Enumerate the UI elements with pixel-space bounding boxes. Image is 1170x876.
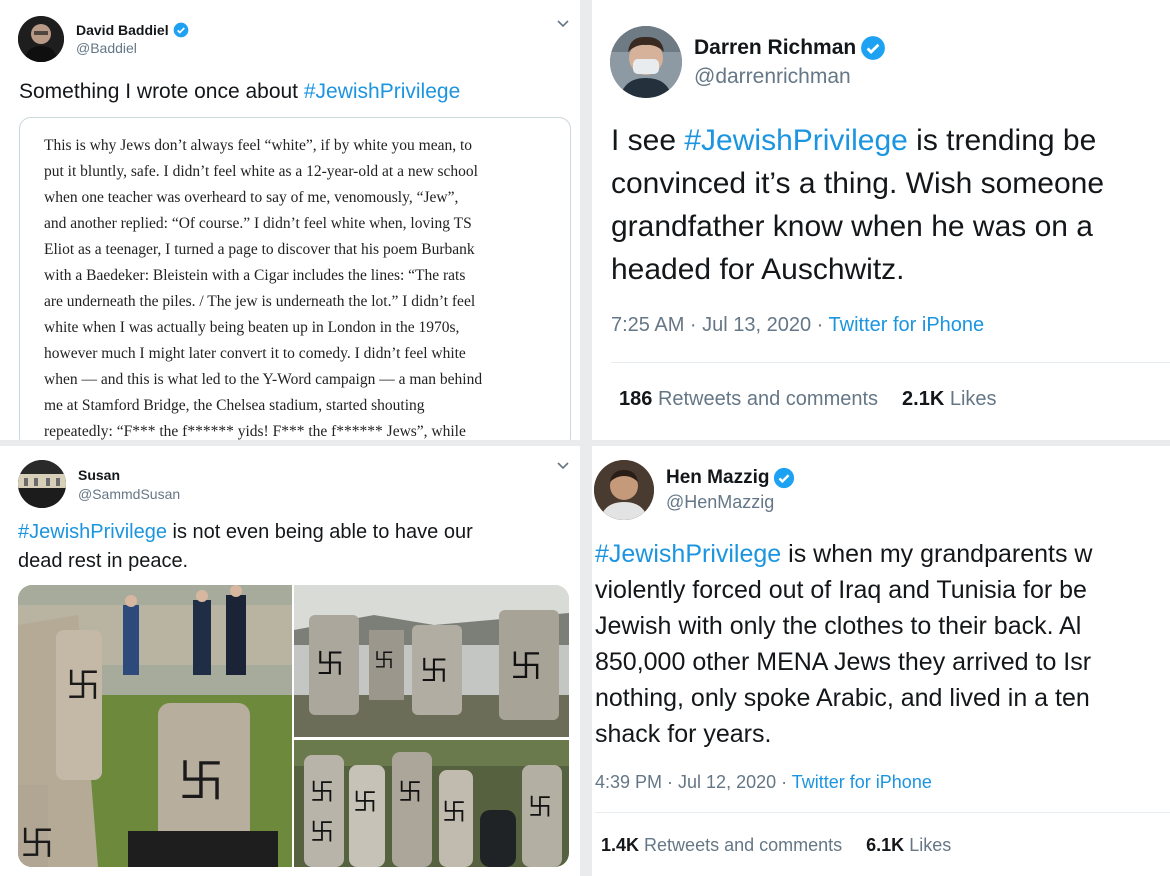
svg-text:卐: 卐 — [510, 648, 542, 684]
cemetery-photo[interactable]: 卐 卐 卐 — [18, 585, 292, 867]
quote-line: and another replied: “Of course.” I didn… — [44, 215, 472, 232]
timestamp-link[interactable]: 7:25 AM · Jul 13, 2020 · — [611, 314, 829, 336]
tweet-text-segment: is trending be — [907, 124, 1097, 157]
avatar[interactable] — [594, 460, 654, 520]
tweet-text-line: headed for Auschwitz. — [611, 253, 905, 286]
tweet-text-line: #JewishPrivilege is not even being able … — [18, 521, 473, 544]
photo-gallery: 卐 卐 卐 卐 卐 卐 卐 卐 卐 卐 卐 卐 卐 — [18, 585, 569, 867]
tweet-text-line: I see #JewishPrivilege is trending be — [611, 124, 1096, 158]
display-name[interactable]: David Baddiel — [76, 22, 169, 38]
tweet-text-line: convinced it’s a thing. Wish someone — [611, 167, 1105, 200]
timestamp-link[interactable]: 4:39 PM · Jul 12, 2020 · — [595, 772, 792, 792]
quote-line: repeatedly: “F*** the f****** yids! F***… — [44, 423, 466, 440]
likes-stat[interactable]: 2.1K Likes — [902, 388, 997, 411]
hashtag-link[interactable]: #JewishPrivilege — [684, 124, 907, 157]
tweet-text-line: nothing, only spoke Arabic, and lived in… — [595, 684, 1090, 712]
quote-line: are underneath the piles. / The jew is u… — [44, 293, 476, 310]
tweet-mazzig: Hen Mazzig @HenMazzig #JewishPrivilege i… — [592, 446, 1170, 876]
display-name[interactable]: Susan — [78, 467, 120, 483]
svg-text:卐: 卐 — [420, 655, 448, 686]
quote-line: Eliot as a teenager, I turned a page to … — [44, 241, 475, 258]
user-handle[interactable]: @Baddiel — [76, 40, 189, 56]
tweet-text-segment: is when my grandparents w — [781, 540, 1093, 568]
avatar[interactable] — [610, 26, 682, 98]
retweets-count: 186 — [619, 388, 653, 410]
likes-label: Likes — [949, 388, 997, 410]
quote-line: This is why Jews don’t always feel “whit… — [44, 137, 473, 154]
divider — [595, 812, 1170, 813]
likes-label: Likes — [909, 835, 952, 855]
tweet-text-line: #JewishPrivilege is when my grandparents… — [595, 540, 1092, 569]
tweet-text-segment: Something I wrote once about — [19, 80, 304, 103]
quote-line: me at Stamford Bridge, the Chelsea stadi… — [44, 397, 425, 414]
avatar[interactable] — [18, 460, 66, 508]
verified-badge-icon — [173, 22, 189, 38]
tweet-richman: Darren Richman @darrenrichman I see #Jew… — [592, 0, 1170, 440]
quote-line: when — and this is what led to the Y-Wor… — [44, 371, 483, 388]
retweets-label: Retweets and comments — [644, 835, 843, 855]
tweet-text-line: Jewish with only the clothes to their ba… — [595, 612, 1082, 640]
svg-text:卐: 卐 — [66, 667, 100, 705]
tweet-header: Susan @SammdSusan — [18, 460, 180, 508]
likes-stat[interactable]: 6.1K Likes — [866, 835, 951, 856]
svg-text:卐: 卐 — [374, 650, 394, 672]
tweet-text-segment: is not even being able to have our — [166, 521, 473, 543]
svg-text:卐: 卐 — [178, 755, 224, 807]
tweet-stats: 1.4K Retweets and comments 6.1K Likes — [601, 835, 951, 856]
retweets-label: Retweets and comments — [657, 388, 879, 410]
svg-text:卐: 卐 — [528, 794, 552, 821]
tweet-header: Darren Richman @darrenrichman — [610, 26, 886, 98]
verified-badge-icon — [773, 467, 795, 489]
tweet-text-line: violently forced out of Iraq and Tunisia… — [595, 576, 1087, 604]
likes-count: 6.1K — [866, 835, 905, 855]
tweet-source-link[interactable]: Twitter for iPhone — [792, 772, 932, 792]
tweet-text-line: grandfather know when he was on a — [611, 210, 1093, 243]
svg-text:卐: 卐 — [442, 799, 466, 826]
quote-line: put it bluntly, safe. I didn’t feel whit… — [44, 163, 478, 180]
retweets-stat[interactable]: 186 Retweets and comments — [619, 388, 878, 411]
chevron-down-icon[interactable] — [556, 458, 570, 476]
cemetery-photo[interactable]: 卐 卐 卐 卐 卐 卐 — [294, 740, 569, 867]
tweet-text-segment: I see — [611, 124, 685, 157]
quote-line: when one teacher was overheard to say of… — [44, 189, 459, 206]
tweet-susan: Susan @SammdSusan #JewishPrivilege is no… — [0, 446, 580, 876]
tweet-text-line: 850,000 other MENA Jews they arrived to … — [595, 648, 1092, 676]
display-name[interactable]: Darren Richman — [694, 36, 856, 60]
likes-count: 2.1K — [902, 388, 945, 410]
chevron-down-icon[interactable] — [556, 16, 570, 34]
svg-text:卐: 卐 — [310, 819, 334, 846]
tweet-source-link[interactable]: Twitter for iPhone — [829, 314, 985, 336]
verified-badge-icon — [860, 35, 886, 61]
tweet-text-line: dead rest in peace. — [18, 550, 189, 572]
avatar[interactable] — [18, 16, 64, 62]
svg-text:卐: 卐 — [310, 779, 334, 806]
user-handle[interactable]: @darrenrichman — [694, 65, 886, 89]
tweet-header: David Baddiel @Baddiel — [18, 16, 189, 62]
hashtag-link[interactable]: #JewishPrivilege — [18, 521, 167, 543]
cemetery-photo[interactable]: 卐 卐 卐 卐 — [294, 585, 569, 737]
user-handle[interactable]: @SammdSusan — [78, 486, 180, 502]
display-name[interactable]: Hen Mazzig — [666, 467, 769, 489]
quote-line: white when I was actually being beaten u… — [44, 319, 460, 336]
quote-line: with a Baedeker: Bleistein with a Cigar … — [44, 267, 466, 284]
divider — [611, 362, 1170, 363]
svg-text:卐: 卐 — [316, 648, 344, 679]
svg-text:卐: 卐 — [353, 789, 377, 816]
tweet-baddiel: David Baddiel @Baddiel Something I wrote… — [0, 0, 580, 440]
tweet-header: Hen Mazzig @HenMazzig — [594, 460, 795, 520]
tweet-text-line: shack for years. — [595, 720, 772, 748]
tweet-text: Something I wrote once about #JewishPriv… — [19, 80, 460, 104]
tweet-timestamp: 7:25 AM · Jul 13, 2020 · Twitter for iPh… — [611, 314, 984, 337]
tweet-stats: 186 Retweets and comments 2.1K Likes — [619, 388, 997, 411]
quote-line: however much I might later convert it to… — [44, 345, 466, 362]
hashtag-link[interactable]: #JewishPrivilege — [304, 80, 460, 103]
quoted-article-image[interactable]: This is why Jews don’t always feel “whit… — [19, 117, 571, 440]
hashtag-link[interactable]: #JewishPrivilege — [595, 540, 781, 568]
user-handle[interactable]: @HenMazzig — [666, 492, 795, 513]
svg-text:卐: 卐 — [20, 825, 54, 863]
retweets-stat[interactable]: 1.4K Retweets and comments — [601, 835, 842, 856]
tweet-timestamp: 4:39 PM · Jul 12, 2020 · Twitter for iPh… — [595, 772, 932, 793]
retweets-count: 1.4K — [601, 835, 640, 855]
svg-text:卐: 卐 — [398, 779, 422, 806]
